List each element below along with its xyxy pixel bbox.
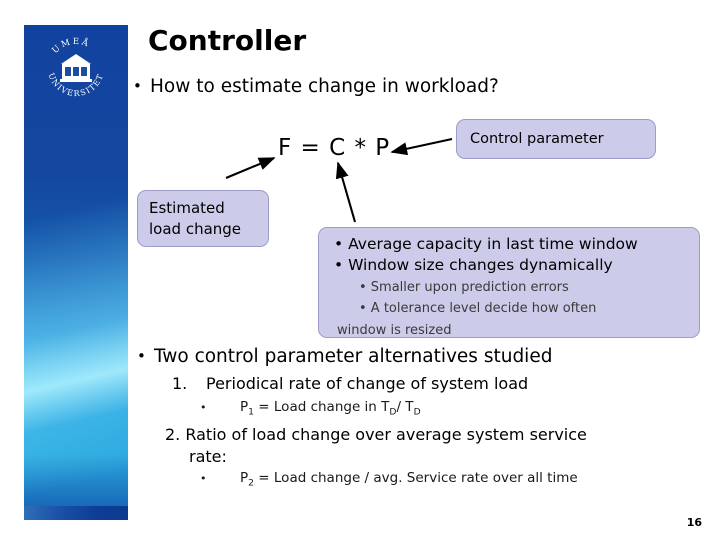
numbered-item-1-label: Periodical rate of change of system load bbox=[206, 374, 529, 393]
sub-bullet-marker-icon: • bbox=[200, 401, 207, 414]
umea-university-logo-icon: UMEÅ UNIVERSITET bbox=[36, 28, 116, 108]
arrow-to-c bbox=[335, 161, 357, 223]
sub-bullet-marker-icon: • bbox=[200, 472, 207, 485]
callout-control-parameter-label: Control parameter bbox=[470, 131, 604, 147]
callout-estimated-load-line2: load change bbox=[149, 219, 242, 238]
arrow-to-p bbox=[390, 137, 453, 156]
numbered-item-2: 2. Ratio of load change over average sys… bbox=[165, 424, 655, 467]
bullet-how-to-estimate-label: How to estimate change in workload? bbox=[150, 76, 499, 97]
sub-p1-prefix: P bbox=[240, 399, 249, 415]
numbered-item-2-number: 2. bbox=[165, 425, 181, 444]
sub-p2-prefix: P bbox=[240, 470, 249, 486]
callout-control-parameter: Control parameter bbox=[456, 119, 656, 159]
numbered-item-2-label: Ratio of load change over average system… bbox=[185, 425, 587, 444]
capacity-sub-bullet-1: • A tolerance level decide how often bbox=[359, 301, 597, 317]
bullet-marker-icon: • bbox=[133, 77, 142, 95]
numbered-item-2-label-wrap: rate: bbox=[189, 446, 227, 466]
page-title: Controller bbox=[148, 24, 307, 57]
side-band-bottom-bar bbox=[24, 506, 128, 520]
capacity-sub-bullet-0: • Smaller upon prediction errors bbox=[359, 280, 569, 296]
callout-estimated-load-line1: Estimated bbox=[149, 199, 225, 217]
callout-capacity-window: • Average capacity in last time window •… bbox=[318, 227, 700, 338]
sub-p1-sub-b: D bbox=[413, 406, 421, 418]
sub-p1-text-a: = Load change in T bbox=[254, 399, 390, 415]
capacity-sub-bullet-1-wrap: window is resized bbox=[337, 322, 452, 338]
sub-p2-text-a: = Load change / avg. Service rate over a… bbox=[254, 470, 578, 486]
bullet-how-to-estimate: • How to estimate change in workload? bbox=[133, 76, 499, 97]
bullet-two-control-parameter-alternatives: • Two control parameter alternatives stu… bbox=[137, 346, 552, 367]
arrow-to-f bbox=[225, 157, 276, 179]
numbered-item-1-number: 1. bbox=[172, 374, 188, 393]
numbered-item-2-subbullet: • P2 = Load change / avg. Service rate ov… bbox=[200, 470, 578, 489]
sub-p1-text-b: / T bbox=[396, 399, 414, 415]
formula-f-equals-c-times-p: F = C * P bbox=[278, 135, 391, 161]
bullet-marker-icon: • bbox=[137, 347, 146, 365]
bullet-two-alternatives-label: Two control parameter alternatives studi… bbox=[154, 346, 553, 367]
svg-text:UMEÅ: UMEÅ bbox=[51, 35, 93, 56]
page-number: 16 bbox=[686, 516, 702, 529]
callout-estimated-load-change: Estimated load change bbox=[137, 190, 269, 247]
numbered-item-1: 1. Periodical rate of change of system lo… bbox=[172, 374, 528, 393]
numbered-item-1-subbullet: • P1 = Load change in TD/ TD bbox=[200, 399, 421, 418]
capacity-main-bullet-1: • Window size changes dynamically bbox=[334, 255, 613, 274]
capacity-main-bullet-0: • Average capacity in last time window bbox=[334, 235, 638, 253]
